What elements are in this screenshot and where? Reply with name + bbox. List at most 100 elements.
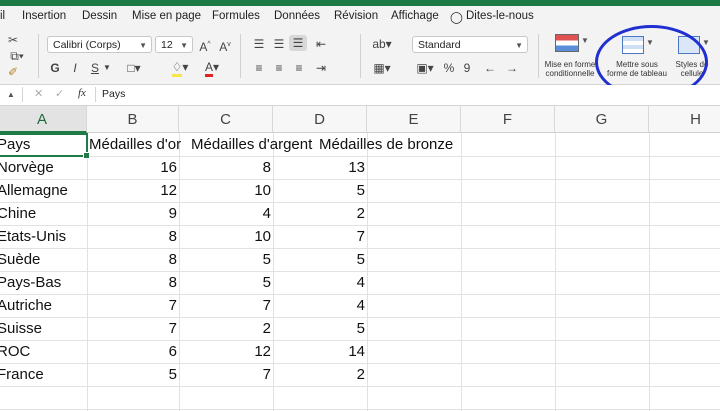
spreadsheet-grid[interactable]: A B C D E F G H Pays Médailles d'or Méda… bbox=[0, 106, 720, 411]
underline-button[interactable]: S bbox=[88, 60, 102, 76]
fill-color-icon[interactable]: ♢▾ bbox=[166, 59, 194, 77]
formula-input[interactable]: Pays bbox=[102, 88, 712, 100]
menu-item-revision[interactable]: Révision bbox=[334, 10, 378, 22]
percent-button[interactable]: % bbox=[442, 60, 456, 76]
indent-increase-icon[interactable]: ⇥ bbox=[313, 60, 329, 76]
cancel-icon[interactable]: ✕ bbox=[34, 87, 43, 100]
table-cell-gold[interactable]: 8 bbox=[87, 271, 177, 294]
table-cell-silver[interactable]: 10 bbox=[179, 225, 271, 248]
cell-b1[interactable]: Médailles d'or bbox=[89, 133, 181, 156]
align-bottom-icon[interactable]: ☰ bbox=[289, 35, 307, 51]
table-cell-country[interactable]: Etats-Unis bbox=[0, 225, 66, 248]
bold-button[interactable]: G bbox=[48, 60, 62, 76]
table-cell-gold[interactable]: 9 bbox=[87, 202, 177, 225]
align-right-icon[interactable]: ≡ bbox=[291, 60, 307, 76]
table-cell-silver[interactable]: 12 bbox=[179, 340, 271, 363]
table-cell-bronze[interactable]: 13 bbox=[273, 156, 365, 179]
indent-decrease-icon[interactable]: ⇤ bbox=[313, 36, 329, 52]
table-cell-bronze[interactable]: 4 bbox=[273, 271, 365, 294]
table-cell-bronze[interactable]: 7 bbox=[273, 225, 365, 248]
align-left-icon[interactable]: ≡ bbox=[251, 60, 267, 76]
menu-item-mise-en-page[interactable]: Mise en page bbox=[132, 10, 201, 22]
number-format-select[interactable]: Standard ▼ bbox=[412, 36, 528, 53]
font-color-icon[interactable]: A▾ bbox=[198, 59, 226, 77]
increase-font-icon[interactable]: A^ bbox=[198, 37, 212, 55]
table-cell-bronze[interactable]: 2 bbox=[273, 363, 365, 386]
table-cell-gold[interactable]: 16 bbox=[87, 156, 177, 179]
cell-d1[interactable]: Médailles de bronze bbox=[319, 133, 453, 156]
table-cell-gold[interactable]: 5 bbox=[87, 363, 177, 386]
merge-cells-icon[interactable]: ▦▾ bbox=[368, 60, 396, 76]
column-header-d[interactable]: D bbox=[273, 106, 367, 133]
table-cell-bronze[interactable]: 5 bbox=[273, 317, 365, 340]
cell-ref-dropdown[interactable]: ▲ bbox=[0, 87, 23, 102]
table-cell-country[interactable]: Suède bbox=[0, 248, 40, 271]
function-icon[interactable]: fx bbox=[78, 87, 86, 99]
table-cell-silver[interactable]: 2 bbox=[179, 317, 271, 340]
menu-item-home[interactable]: il bbox=[0, 10, 5, 22]
align-top-icon[interactable]: ☰ bbox=[251, 36, 267, 52]
menu-item-insertion[interactable]: Insertion bbox=[22, 10, 66, 22]
column-header-f[interactable]: F bbox=[461, 106, 555, 133]
table-cell-country[interactable]: Chine bbox=[0, 202, 36, 225]
increase-decimal-icon[interactable]: ← bbox=[482, 60, 498, 76]
ribbon-separator bbox=[538, 34, 539, 78]
conditional-formatting-button[interactable]: ▼ Mise en forme conditionnelle bbox=[541, 32, 599, 82]
decrease-font-icon[interactable]: Av bbox=[218, 37, 232, 55]
font-size-select[interactable]: 12 ▼ bbox=[155, 36, 193, 53]
column-header-b[interactable]: B bbox=[87, 106, 179, 133]
table-cell-country[interactable]: Autriche bbox=[0, 294, 52, 317]
currency-icon[interactable]: ▣▾ bbox=[414, 60, 436, 76]
table-cell-gold[interactable]: 7 bbox=[87, 294, 177, 317]
cell-c1[interactable]: Médailles d'argent bbox=[191, 133, 312, 156]
table-cell-country[interactable]: Allemagne bbox=[0, 179, 68, 202]
column-header-a[interactable]: A bbox=[0, 106, 87, 133]
table-cell-silver[interactable]: 10 bbox=[179, 179, 271, 202]
format-painter-icon[interactable]: ✐ bbox=[6, 64, 20, 80]
font-name-value: Calibri (Corps) bbox=[53, 39, 121, 51]
wrap-text-icon[interactable]: ab▾ bbox=[368, 36, 396, 52]
table-cell-silver[interactable]: 8 bbox=[179, 156, 271, 179]
table-cell-silver[interactable]: 5 bbox=[179, 271, 271, 294]
table-cell-silver[interactable]: 4 bbox=[179, 202, 271, 225]
table-cell-bronze[interactable]: 5 bbox=[273, 179, 365, 202]
thousands-separator-button[interactable]: 9 bbox=[460, 60, 474, 76]
table-cell-country[interactable]: Pays-Bas bbox=[0, 271, 61, 294]
copy-icon[interactable]: ⧉▾ bbox=[6, 48, 28, 64]
table-cell-gold[interactable]: 7 bbox=[87, 317, 177, 340]
borders-icon[interactable]: □▾ bbox=[120, 60, 148, 76]
decrease-decimal-icon[interactable]: → bbox=[504, 60, 520, 76]
menu-item-dessin[interactable]: Dessin bbox=[82, 10, 117, 22]
menu-item-donnees[interactable]: Données bbox=[274, 10, 320, 22]
table-cell-bronze[interactable]: 2 bbox=[273, 202, 365, 225]
scissors-icon[interactable]: ✂ bbox=[6, 32, 20, 48]
align-center-icon[interactable]: ≡ bbox=[271, 60, 287, 76]
menu-item-formules[interactable]: Formules bbox=[212, 10, 260, 22]
italic-button[interactable]: I bbox=[68, 60, 82, 76]
column-header-g[interactable]: G bbox=[555, 106, 649, 133]
table-cell-silver[interactable]: 7 bbox=[179, 294, 271, 317]
column-header-h[interactable]: H bbox=[649, 106, 720, 133]
table-cell-country[interactable]: Suisse bbox=[0, 317, 42, 340]
conditional-format-icon bbox=[555, 34, 579, 52]
menu-item-affichage[interactable]: Affichage bbox=[391, 10, 439, 22]
chevron-down-icon[interactable]: ▼ bbox=[102, 60, 112, 76]
column-header-c[interactable]: C bbox=[179, 106, 273, 133]
table-cell-silver[interactable]: 7 bbox=[179, 363, 271, 386]
font-name-select[interactable]: Calibri (Corps) ▼ bbox=[47, 36, 152, 53]
table-cell-bronze[interactable]: 14 bbox=[273, 340, 365, 363]
menu-item-dites-le-nous[interactable]: Dites-le-nous bbox=[466, 10, 534, 22]
align-middle-icon[interactable]: ☰ bbox=[271, 36, 287, 52]
table-cell-country[interactable]: France bbox=[0, 363, 44, 386]
table-cell-gold[interactable]: 6 bbox=[87, 340, 177, 363]
table-cell-bronze[interactable]: 5 bbox=[273, 248, 365, 271]
table-cell-gold[interactable]: 8 bbox=[87, 248, 177, 271]
table-cell-silver[interactable]: 5 bbox=[179, 248, 271, 271]
table-cell-gold[interactable]: 8 bbox=[87, 225, 177, 248]
table-cell-country[interactable]: ROC bbox=[0, 340, 30, 363]
table-cell-gold[interactable]: 12 bbox=[87, 179, 177, 202]
table-cell-bronze[interactable]: 4 bbox=[273, 294, 365, 317]
table-cell-country[interactable]: Norvège bbox=[0, 156, 54, 179]
confirm-icon[interactable]: ✓ bbox=[55, 87, 64, 100]
column-header-e[interactable]: E bbox=[367, 106, 461, 133]
